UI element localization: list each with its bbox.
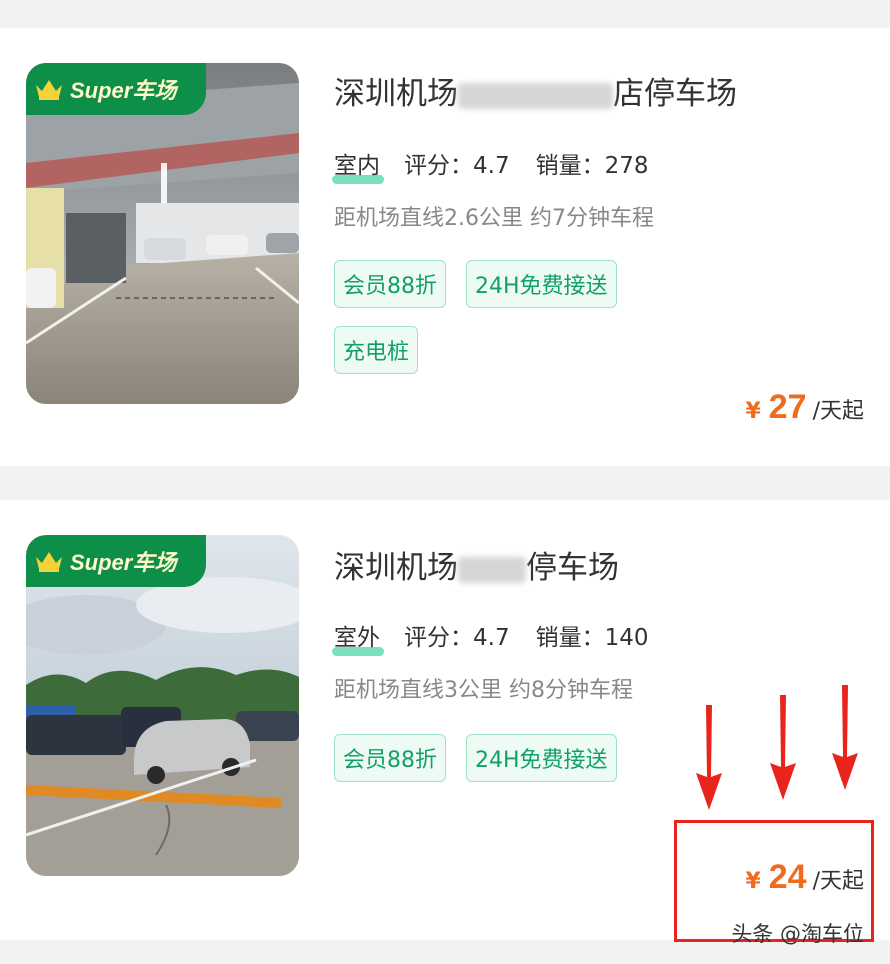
red-arrow-icon xyxy=(832,685,858,790)
red-arrow-icon xyxy=(770,695,796,800)
feature-tags: 会员88折 24H免费接送 充电桩 xyxy=(334,260,674,374)
crown-icon xyxy=(36,552,62,572)
parking-listing-card[interactable]: Super车场 深圳机场 店停车场 室内 评分：4.7 销量：278 距机场直线2… xyxy=(0,28,890,466)
tag-charging-pile: 充电桩 xyxy=(334,326,419,374)
title-suffix: 店停车场 xyxy=(613,76,737,112)
crown-icon xyxy=(36,80,62,100)
title-prefix: 深圳机场 xyxy=(334,76,458,112)
redacted-text xyxy=(458,556,526,583)
sales-value: 278 xyxy=(604,153,649,179)
sales-label: 销量： xyxy=(535,153,605,179)
location-type-label: 室内 xyxy=(334,153,380,179)
badge-label: Super车场 xyxy=(70,550,177,575)
tag-free-shuttle: 24H免费接送 xyxy=(466,734,617,782)
price-unit: /天起 xyxy=(812,399,864,424)
sales: 销量：278 xyxy=(536,146,649,180)
location-type: 室内 xyxy=(332,146,384,184)
rating-value: 4.7 xyxy=(473,153,510,179)
rating-label: 评分： xyxy=(404,153,473,179)
listing-photo-indoor[interactable]: Super车场 xyxy=(26,63,299,404)
rating-value: 4.7 xyxy=(473,625,510,651)
listing-title[interactable]: 深圳机场 停车场 xyxy=(334,542,619,587)
tag-member-discount: 会员88折 xyxy=(334,260,446,308)
title-suffix: 停车场 xyxy=(526,550,619,586)
tag-free-shuttle: 24H免费接送 xyxy=(466,260,617,308)
red-arrow-icon xyxy=(696,705,722,810)
super-parking-badge: Super车场 xyxy=(26,63,206,115)
sales-label: 销量： xyxy=(535,625,605,651)
super-parking-badge: Super车场 xyxy=(26,535,206,587)
price: ¥ 27 /天起 xyxy=(745,388,864,427)
feature-tags: 会员88折 24H免费接送 xyxy=(334,734,674,782)
currency-symbol: ¥ xyxy=(745,399,761,424)
listing-stats: 室外 评分：4.7 销量：140 xyxy=(332,618,674,656)
tag-member-discount: 会员88折 xyxy=(334,734,446,782)
listing-title[interactable]: 深圳机场 店停车场 xyxy=(334,68,737,113)
rating: 评分：4.7 xyxy=(404,618,510,652)
redacted-text xyxy=(458,82,613,109)
distance-info: 距机场直线2.6公里 约7分钟车程 xyxy=(334,206,654,231)
sales-value: 140 xyxy=(604,625,649,651)
distance-info: 距机场直线3公里 约8分钟车程 xyxy=(334,678,633,703)
rating-label: 评分： xyxy=(404,625,473,651)
price-amount: 27 xyxy=(768,388,807,426)
watermark: 头条 @淘车位 xyxy=(731,922,864,946)
title-prefix: 深圳机场 xyxy=(334,550,458,586)
rating: 评分：4.7 xyxy=(404,146,510,180)
listing-stats: 室内 评分：4.7 销量：278 xyxy=(332,146,674,184)
sales: 销量：140 xyxy=(536,618,649,652)
location-type-label: 室外 xyxy=(334,625,380,651)
location-type: 室外 xyxy=(332,618,384,656)
badge-label: Super车场 xyxy=(70,78,177,103)
listing-photo-outdoor[interactable]: Super车场 xyxy=(26,535,299,876)
